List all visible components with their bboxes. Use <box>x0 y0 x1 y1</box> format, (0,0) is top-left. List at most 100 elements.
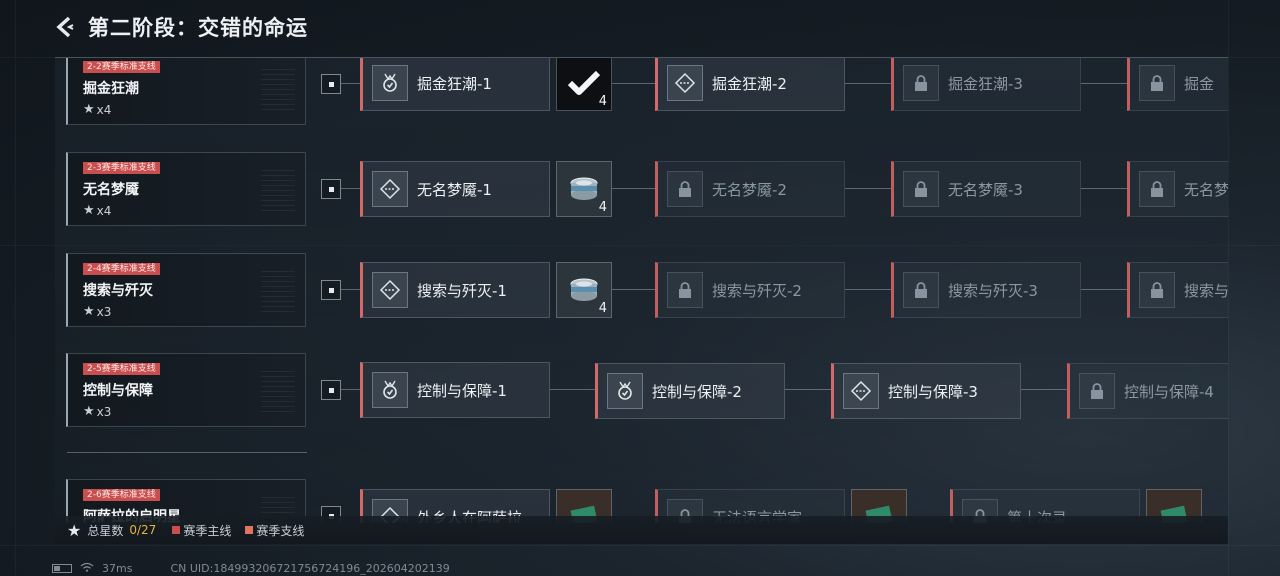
level-card-locked[interactable]: 掘金狂潮-3 <box>891 58 1081 111</box>
page-title: 第二阶段：交错的命运 <box>88 16 308 40</box>
connector <box>845 289 891 290</box>
level-card-locked[interactable]: 无名梦魇-2 <box>655 161 845 217</box>
lock-icon <box>903 171 939 207</box>
connector <box>1081 188 1127 189</box>
back-button[interactable] <box>52 14 78 40</box>
reward-count: 4 <box>598 301 607 316</box>
star-icon: ★ <box>83 404 95 419</box>
connector <box>1021 389 1067 390</box>
level-name: 搜索与歼灭-2 <box>712 281 802 300</box>
legend-branch-label: 赛季支线 <box>256 523 305 538</box>
level-card[interactable]: 控制与保障-1 <box>360 362 550 418</box>
level-card-locked[interactable]: 搜索与歼灭-3 <box>891 262 1081 318</box>
lock-icon <box>1139 171 1175 207</box>
level-card[interactable]: 无名梦魇-1 <box>360 161 550 217</box>
legend-main-label: 赛季主线 <box>183 523 232 538</box>
reward-item[interactable]: 4 <box>556 161 612 217</box>
branch-swatch <box>245 526 254 534</box>
card-decoration <box>261 66 295 110</box>
level-card[interactable]: 搜索与歼灭-1 <box>360 262 550 318</box>
stage-list-panel[interactable]: 2-2赛季标准支线 掘金狂潮 ★ x4 掘金狂潮-1 4 掘金狂潮-2 掘金狂潮… <box>55 57 1228 523</box>
level-card[interactable]: 掘金狂潮-1 <box>360 58 550 111</box>
connector <box>341 289 361 290</box>
connector <box>845 83 891 84</box>
stage-name: 无名梦魇 <box>83 182 139 198</box>
stage-card[interactable]: 2-3赛季标准支线 无名梦魇 ★ x4 <box>66 152 306 226</box>
level-card-locked[interactable]: 掘金 <box>1127 58 1228 111</box>
stage-row: 2-2赛季标准支线 掘金狂潮 ★ x4 掘金狂潮-1 4 掘金狂潮-2 掘金狂潮… <box>55 58 1228 127</box>
reward-item[interactable]: 4 <box>556 58 612 111</box>
level-name: 控制与保障-3 <box>888 382 978 401</box>
level-name: 控制与保障-2 <box>652 382 742 401</box>
level-card-locked[interactable]: 无名梦魇-3 <box>891 161 1081 217</box>
reward-count: 4 <box>598 94 607 109</box>
stage-card[interactable]: 2-4赛季标准支线 搜索与歼灭 ★ x3 <box>66 253 306 327</box>
connector <box>341 389 361 390</box>
connector <box>341 83 361 84</box>
stage-row: 2-5赛季标准支线 控制与保障 ★ x3 控制与保障-1 控制与保障-2 控制与保… <box>55 353 1228 429</box>
level-name: 掘金狂潮-3 <box>948 74 1023 93</box>
wifi-icon <box>80 562 94 575</box>
level-name: 控制与保障-4 <box>1124 382 1214 401</box>
ping-text: 37ms <box>102 561 133 575</box>
stage-tag: 2-4赛季标准支线 <box>83 263 160 275</box>
star-icon: ★ <box>83 203 95 218</box>
node-marker <box>321 74 341 94</box>
legend-main: 赛季主线 <box>172 522 231 539</box>
diamond-icon <box>843 373 879 409</box>
level-card-locked[interactable]: 无名梦 <box>1127 161 1228 217</box>
stage-name: 掘金狂潮 <box>83 81 139 97</box>
diamond-icon <box>372 171 408 207</box>
diamond-icon <box>372 272 408 308</box>
level-name: 无名梦 <box>1184 180 1228 199</box>
card-decoration <box>261 268 295 312</box>
uid-text: CN UID:18499320672175672419­6_2026042021… <box>170 561 450 575</box>
card-decoration <box>261 167 295 211</box>
stage-card[interactable]: 2-5赛季标准支线 控制与保障 ★ x3 <box>66 353 306 427</box>
reward-item[interactable]: 4 <box>556 262 612 318</box>
connector <box>341 188 361 189</box>
node-marker <box>321 280 341 300</box>
level-name: 无名梦魇-2 <box>712 180 787 199</box>
stage-tag: 2-3赛季标准支线 <box>83 162 160 174</box>
legend-branch: 赛季支线 <box>245 522 304 539</box>
stage-tag: 2-2赛季标准支线 <box>83 61 160 73</box>
level-card[interactable]: 控制与保障-2 <box>595 363 785 419</box>
stage-card[interactable]: 2-2赛季标准支线 掘金狂潮 ★ x4 <box>66 58 306 125</box>
lock-icon <box>1139 272 1175 308</box>
checkmark-icon <box>567 70 601 95</box>
connector <box>612 289 655 290</box>
battery-icon <box>52 563 72 573</box>
card-decoration <box>261 368 295 412</box>
level-card-locked[interactable]: 控制与保障-4 <box>1067 363 1228 419</box>
medal-icon <box>372 372 408 408</box>
level-card-locked[interactable]: 搜索与歼灭-2 <box>655 262 845 318</box>
stage-tag: 2-5赛季标准支线 <box>83 363 160 375</box>
level-card-locked[interactable]: 搜索与 <box>1127 262 1228 318</box>
stage-row: 2-3赛季标准支线 无名梦魇 ★ x4 无名梦魇-1 4 无名梦魇-2 无名梦魇… <box>55 152 1228 228</box>
star-icon: ★ <box>83 102 95 117</box>
level-card[interactable]: 控制与保障-3 <box>831 363 1021 419</box>
star-icon: ★ <box>67 520 82 540</box>
lock-icon <box>667 171 703 207</box>
star-icon: ★ <box>83 304 95 319</box>
level-name: 无名梦魇-3 <box>948 180 1023 199</box>
level-name: 无名梦魇-1 <box>417 180 492 199</box>
level-name: 控制与保障-1 <box>417 381 507 400</box>
level-name: 搜索与歼灭-3 <box>948 281 1038 300</box>
lock-icon <box>1079 373 1115 409</box>
level-name: 掘金 <box>1184 74 1215 93</box>
level-card[interactable]: 掘金狂潮-2 <box>655 58 845 111</box>
lock-icon <box>667 272 703 308</box>
level-name: 掘金狂潮-2 <box>712 74 787 93</box>
level-name: 搜索与 <box>1184 281 1228 300</box>
connector <box>785 389 831 390</box>
level-name: 搜索与歼灭-1 <box>417 281 507 300</box>
reward-count: 4 <box>598 200 607 215</box>
medal-icon <box>607 373 643 409</box>
stage-name: 搜索与歼灭 <box>83 283 153 299</box>
stage-stars: ★ x4 <box>83 203 112 218</box>
connector <box>612 188 655 189</box>
connector <box>845 188 891 189</box>
connector <box>612 83 655 84</box>
